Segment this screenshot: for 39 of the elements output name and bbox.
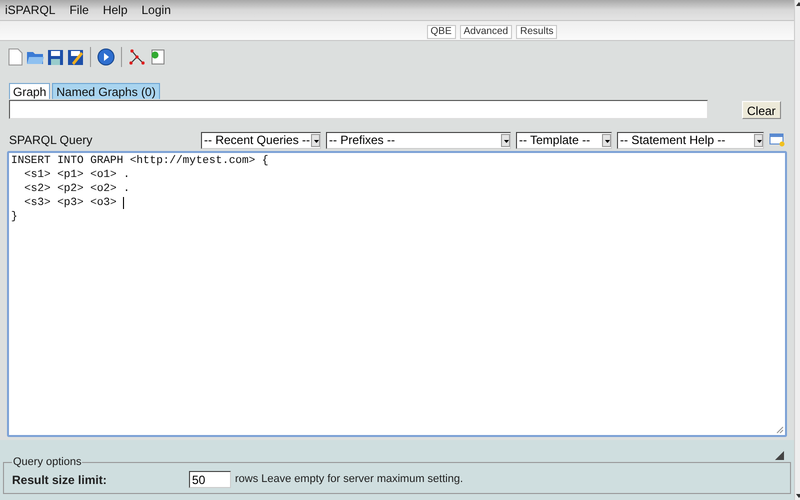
code-line: <s3> <p3> <o3>	[23, 196, 118, 210]
graph-tab[interactable]: Graph	[9, 83, 50, 99]
field-label: Result size limit:	[12, 472, 108, 488]
graph-nodes-icon[interactable]	[128, 48, 146, 66]
graph-field[interactable]	[9, 100, 708, 118]
caret-icon	[754, 134, 763, 146]
code-line: <s1> <p1> <o1> .	[23, 168, 130, 182]
text-cursor	[123, 197, 124, 209]
dropdown[interactable]: -- Template --	[516, 132, 612, 148]
view-tab[interactable]: Results	[516, 25, 558, 39]
resize-grip-icon	[776, 426, 784, 434]
menu-item[interactable]: iSPARQL	[5, 1, 56, 19]
code-line: }	[11, 210, 18, 224]
save-as-icon[interactable]	[66, 48, 84, 66]
query-editor[interactable]: INSERT INTO GRAPH <http://mytest.com> { <s1> <p1> <o1> . <s2> <p2> <o2> . <s3> <p3> <o3> }	[7, 151, 787, 437]
caret-icon	[602, 134, 611, 146]
run-icon[interactable]	[97, 48, 115, 66]
save-icon[interactable]	[46, 48, 64, 66]
dropdown[interactable]: -- Prefixes --	[326, 132, 511, 148]
window-icon	[769, 133, 785, 147]
dropdown[interactable]: -- Statement Help --	[617, 132, 764, 148]
view-tab[interactable]: Advanced	[460, 25, 512, 39]
menu-item[interactable]: Login	[142, 1, 171, 19]
panel-legend: Query options	[12, 454, 82, 470]
limit-field[interactable]: 50	[189, 471, 231, 488]
view-tab[interactable]: QBE	[426, 25, 456, 39]
clear-button[interactable]: Clear	[742, 101, 781, 119]
resize-grip-icon	[775, 451, 784, 460]
menu-item[interactable]: File	[69, 1, 89, 19]
new-file-icon[interactable]	[6, 48, 24, 66]
code-line: INSERT INTO GRAPH <http://mytest.com> {	[11, 154, 268, 168]
menu-item[interactable]: Help	[102, 1, 128, 19]
field-hint: rows Leave empty for server maximum setting.	[235, 472, 464, 488]
dropdown[interactable]: -- Recent Queries --	[201, 132, 321, 148]
caret-icon	[311, 134, 320, 146]
section-title: SPARQL Query	[9, 132, 94, 149]
code-line: <s2> <p2> <o2> .	[23, 182, 130, 196]
caret-icon	[501, 134, 510, 146]
graph-tab[interactable]: Named Graphs (0)	[52, 83, 160, 99]
